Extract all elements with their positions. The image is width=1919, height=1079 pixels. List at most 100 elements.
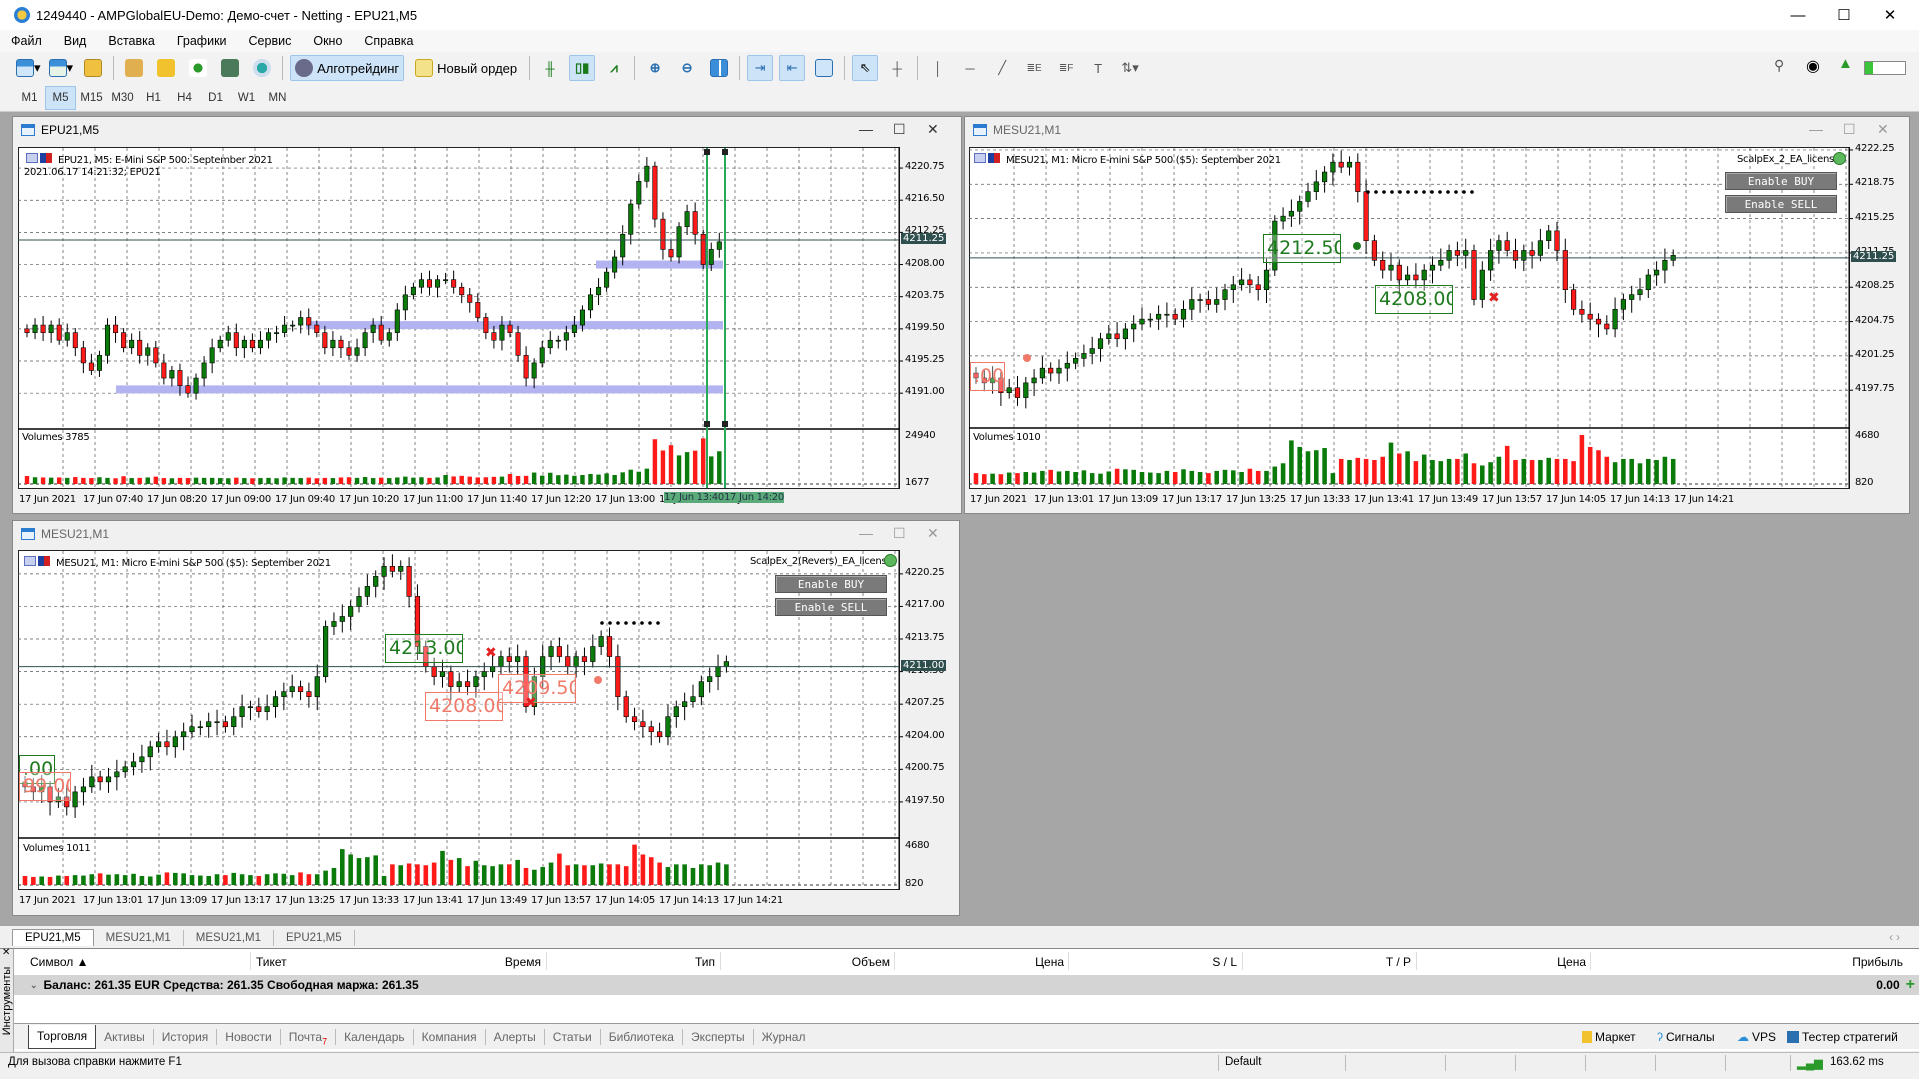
col-tp[interactable]: T / P <box>1386 955 1411 969</box>
menu-file[interactable]: Файл <box>0 34 53 48</box>
menu-charts[interactable]: Графики <box>166 34 238 48</box>
tab-assets[interactable]: Активы <box>96 1028 154 1045</box>
enable-sell-button[interactable]: Enable SELL <box>1725 195 1837 213</box>
close-button[interactable]: ✕ <box>1867 0 1913 30</box>
new-order-button[interactable]: Новый ордер <box>410 55 522 81</box>
tile-windows-button[interactable] <box>706 55 732 81</box>
enable-buy-button[interactable]: Enable BUY <box>1725 172 1837 190</box>
chart-tab[interactable]: EPU21,M5 <box>12 929 94 946</box>
window-maximize-button[interactable]: ☐ <box>893 121 906 138</box>
window-close-button[interactable]: ✕ <box>1877 121 1889 138</box>
trendline-button[interactable]: ╱ <box>989 55 1015 81</box>
auto-scroll-button[interactable]: ⇥ <box>747 55 774 81</box>
menu-insert[interactable]: Вставка <box>97 34 165 48</box>
tf-m15[interactable]: M15 <box>76 86 107 110</box>
tf-m30[interactable]: M30 <box>107 86 138 110</box>
vertical-line-button[interactable]: │ <box>925 55 951 81</box>
candlestick-button[interactable]: ▯▮ <box>569 55 596 81</box>
history-center-button[interactable] <box>121 55 147 81</box>
signals-link[interactable]: ʔ Сигналы <box>1657 1030 1715 1044</box>
enable-sell-button[interactable]: Enable SELL <box>775 598 887 616</box>
window-maximize-button[interactable]: ☐ <box>1843 121 1856 138</box>
chart-area-mesu21-a[interactable] <box>969 147 1850 489</box>
vps-button[interactable] <box>217 55 243 81</box>
col-symbol[interactable]: Символ ▲ <box>30 955 88 969</box>
profiles-button[interactable]: ▾ <box>48 55 75 81</box>
tab-library[interactable]: Библиотека <box>601 1028 683 1045</box>
ea-status-icon[interactable] <box>884 554 897 567</box>
add-icon[interactable]: + <box>1906 976 1915 994</box>
col-volume[interactable]: Объем <box>852 955 890 969</box>
chart-tab[interactable]: EPU21,M5 <box>274 930 355 946</box>
window-close-button[interactable]: ✕ <box>927 525 939 542</box>
window-minimize-button[interactable]: — <box>1809 121 1823 137</box>
tf-d1[interactable]: D1 <box>200 86 231 110</box>
tab-journal[interactable]: Журнал <box>754 1029 814 1045</box>
text-button[interactable]: T <box>1085 55 1111 81</box>
tab-history[interactable]: История <box>154 1028 218 1045</box>
col-type[interactable]: Тип <box>695 955 715 969</box>
tab-experts[interactable]: Эксперты <box>683 1028 754 1045</box>
indicators-button[interactable] <box>811 55 837 81</box>
tab-trade[interactable]: Торговля <box>28 1024 97 1049</box>
col-time[interactable]: Время <box>505 955 541 969</box>
market-link[interactable]: Маркет <box>1582 1030 1636 1044</box>
templates-button[interactable] <box>80 55 106 81</box>
col-ticket[interactable]: Тикет <box>256 955 287 969</box>
menu-view[interactable]: Вид <box>53 34 98 48</box>
chart-area-epu21[interactable] <box>18 147 900 489</box>
search-icon[interactable]: ⚲ <box>1774 57 1784 74</box>
signals-button[interactable] <box>185 55 211 81</box>
tf-h4[interactable]: H4 <box>169 86 200 110</box>
horizontal-line-button[interactable]: ─ <box>957 55 983 81</box>
tf-w1[interactable]: W1 <box>231 86 262 110</box>
tab-calendar[interactable]: Календарь <box>336 1028 414 1045</box>
tf-h1[interactable]: H1 <box>138 86 169 110</box>
strategy-tester-link[interactable]: Тестер стратегий <box>1787 1030 1898 1044</box>
arrows-button[interactable]: ⇅▾ <box>1117 55 1143 81</box>
status-ping[interactable]: 163.62 ms <box>1830 1056 1884 1068</box>
tab-mail[interactable]: Почта7 <box>281 1028 337 1046</box>
maximize-button[interactable]: ☐ <box>1821 0 1867 30</box>
menu-window[interactable]: Окно <box>302 34 353 48</box>
col-profit[interactable]: Прибыль <box>1852 955 1903 969</box>
tab-company[interactable]: Компания <box>414 1028 486 1045</box>
menu-tools[interactable]: Сервис <box>238 34 303 48</box>
collapse-icon[interactable]: ⌄ <box>30 980 38 991</box>
tab-articles[interactable]: Статьи <box>545 1028 601 1045</box>
ea-status-icon[interactable] <box>1833 152 1846 165</box>
minimize-button[interactable]: — <box>1775 0 1821 30</box>
crosshair-button[interactable]: ┼ <box>884 55 910 81</box>
new-chart-button[interactable]: ▾ <box>15 55 42 81</box>
tab-news[interactable]: Новости <box>217 1028 281 1045</box>
zoom-out-button[interactable]: ⊖ <box>674 55 700 81</box>
tf-mn[interactable]: MN <box>262 86 293 110</box>
window-minimize-button[interactable]: — <box>859 525 873 541</box>
window-minimize-button[interactable]: — <box>859 121 873 137</box>
bar-chart-button[interactable]: ╫ <box>537 55 563 81</box>
line-chart-button[interactable]: ⩘ <box>601 55 627 81</box>
tabs-scroll-arrows[interactable]: ‹ › <box>1877 930 1912 946</box>
algo-trading-button[interactable]: Алготрейдинг <box>290 55 405 81</box>
enable-buy-button[interactable]: Enable BUY <box>775 575 887 593</box>
chart-tab[interactable]: MESU21,M1 <box>184 930 274 946</box>
vps-link[interactable]: ☁ VPS <box>1737 1030 1776 1044</box>
col-price[interactable]: Цена <box>1035 955 1064 969</box>
signal-level-icon[interactable]: ▲ <box>1838 55 1853 72</box>
window-close-button[interactable]: ✕ <box>927 121 939 138</box>
chart-shift-button[interactable]: ⇤ <box>779 55 806 81</box>
zoom-in-button[interactable]: ⊕ <box>642 55 668 81</box>
tf-m5[interactable]: M5 <box>45 85 76 110</box>
account-icon[interactable]: ◉ <box>1806 56 1820 76</box>
fibo-fan-button[interactable]: ≣F <box>1053 55 1079 81</box>
tab-alerts[interactable]: Алерты <box>486 1028 545 1045</box>
fibo-button[interactable]: ≣E <box>1021 55 1047 81</box>
menu-help[interactable]: Справка <box>353 34 424 48</box>
community-button[interactable] <box>249 55 275 81</box>
col-sl[interactable]: S / L <box>1212 955 1237 969</box>
chart-tab[interactable]: MESU21,M1 <box>94 930 184 946</box>
market-button[interactable] <box>153 55 179 81</box>
col-current-price[interactable]: Цена <box>1557 955 1586 969</box>
tf-m1[interactable]: M1 <box>14 86 45 110</box>
window-maximize-button[interactable]: ☐ <box>893 525 906 542</box>
